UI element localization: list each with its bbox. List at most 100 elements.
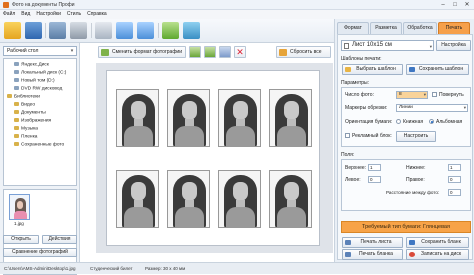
folder-icon xyxy=(14,110,19,114)
thumbnail-caption: 1.jpg xyxy=(14,221,24,226)
open-button[interactable]: Открыть xyxy=(3,235,39,244)
orientation-label: Ориентация бумаги: xyxy=(345,119,393,125)
ad-block-settings-button[interactable]: Настроить xyxy=(396,131,436,142)
actions-button[interactable]: Действия xyxy=(42,235,77,244)
tab-markup[interactable]: Разметка xyxy=(370,22,402,34)
print-icon xyxy=(345,252,351,257)
delete-icon[interactable]: ✕ xyxy=(234,46,246,58)
folder-icon xyxy=(14,142,19,146)
compare-photos-button[interactable]: Сравнение фотографий xyxy=(3,248,77,257)
print-blank-label: Печать бланка xyxy=(359,251,393,257)
ad-block-label: Рекламный блок: xyxy=(352,133,392,139)
photo-copy xyxy=(167,89,210,147)
left-margin-label: Левое: xyxy=(345,177,361,183)
folder-icon xyxy=(345,67,351,72)
print-blank-button[interactable]: Печать бланка xyxy=(342,249,403,260)
menu-view[interactable]: Вид xyxy=(18,10,33,18)
rotate-checkbox[interactable] xyxy=(432,92,437,97)
menu-style[interactable]: Стиль xyxy=(64,10,84,18)
rotate-left-icon[interactable] xyxy=(189,46,201,58)
params-label: Параметры: xyxy=(341,80,370,86)
save-icon[interactable] xyxy=(25,22,42,39)
photo-copy xyxy=(218,170,261,228)
cut-markers-value: Линии xyxy=(399,105,413,110)
folder-icon xyxy=(14,102,19,106)
right-margin-input[interactable]: 0 xyxy=(448,176,461,183)
tree-item-yandex[interactable]: Яндекс.Диск xyxy=(14,62,49,67)
tree-item-disk-c[interactable]: Локальный диск (C:) xyxy=(14,70,66,75)
redo-icon[interactable] xyxy=(137,22,154,39)
folder-select[interactable]: Рабочий стол ▾ xyxy=(3,46,77,56)
left-margin-input[interactable]: 0 xyxy=(368,176,381,183)
print-sheet-button[interactable]: Печать листа xyxy=(342,237,403,248)
photo-thumbnail[interactable] xyxy=(9,194,30,220)
margins-label: Поля: xyxy=(341,152,355,158)
crop-icon[interactable] xyxy=(219,46,231,58)
drive-icon xyxy=(14,78,19,82)
paper-size-select[interactable]: Лист 10х15 см ▾ xyxy=(341,40,434,51)
tree-item-music[interactable]: Музыка xyxy=(14,126,38,131)
settings-panel: Формат Разметка Обработка Печать Лист 10… xyxy=(334,19,474,262)
tree-item-images[interactable]: Изображения xyxy=(14,118,51,123)
status-path: C:\Users\AMS-Admin\Desktop\1.jpg xyxy=(4,266,76,271)
top-margin-input[interactable]: 1 xyxy=(368,164,381,171)
help-icon[interactable] xyxy=(183,22,200,39)
minimize-icon[interactable]: – xyxy=(438,2,448,8)
photo-copy xyxy=(116,170,159,228)
tab-print[interactable]: Печать xyxy=(438,22,470,34)
video-tutorial-icon[interactable] xyxy=(162,22,179,39)
tree-item-disk-d[interactable]: Новый том (D:) xyxy=(14,78,55,83)
chevron-down-icon[interactable]: ▾ xyxy=(69,48,75,54)
folder-icon xyxy=(14,134,19,138)
record-disk-button[interactable]: Записать на диск xyxy=(406,249,469,260)
sheet-icon xyxy=(344,43,349,49)
photo-count-select[interactable]: 8 ▾ xyxy=(396,91,428,99)
open-folder-icon[interactable] xyxy=(4,22,21,39)
reset-all-button[interactable]: Сбросить все xyxy=(276,46,331,58)
cut-markers-select[interactable]: Линии ▾ xyxy=(396,104,468,112)
print-icon[interactable] xyxy=(49,22,66,39)
undo-icon[interactable] xyxy=(116,22,133,39)
format-icon xyxy=(101,49,109,56)
tree-item-dvd[interactable]: DVD RW дисковод xyxy=(14,86,62,91)
photo-copy xyxy=(116,89,159,147)
tree-item-video[interactable]: Видео xyxy=(14,102,35,107)
chevron-down-icon[interactable]: ▾ xyxy=(424,92,426,98)
change-format-button[interactable]: Сменить формат фотографии xyxy=(98,46,186,58)
tab-processing[interactable]: Обработка xyxy=(403,22,437,34)
record-disk-label: Записать на диск xyxy=(420,251,462,257)
save-template-button[interactable]: Сохранить шаблон xyxy=(406,64,469,75)
landscape-radio[interactable] xyxy=(429,119,434,124)
menu-help[interactable]: Справка xyxy=(84,10,110,18)
choose-template-button[interactable]: Выбрать шаблон xyxy=(342,64,403,75)
title-bar: Фото на документы Профи – □ ✕ xyxy=(0,0,474,10)
camera-icon[interactable] xyxy=(70,22,87,39)
maximize-icon[interactable]: □ xyxy=(450,2,460,8)
ad-block-checkbox[interactable] xyxy=(345,133,350,138)
change-format-label: Сменить формат фотографии xyxy=(112,49,183,55)
folder-icon xyxy=(14,126,19,130)
spacing-input[interactable]: 0 xyxy=(448,189,461,196)
save-blank-button[interactable]: Сохранить бланк xyxy=(406,237,469,248)
paper-settings-button[interactable]: Настройка xyxy=(436,40,471,51)
menu-file[interactable]: Файл xyxy=(0,10,18,18)
close-icon[interactable]: ✕ xyxy=(462,2,472,8)
bottom-margin-input[interactable]: 1 xyxy=(448,164,461,171)
tree-item-documents[interactable]: Документы xyxy=(14,110,46,115)
chevron-down-icon[interactable]: ▾ xyxy=(430,42,432,51)
id-card-icon[interactable] xyxy=(95,22,112,39)
tree-item-saved-photos[interactable]: Сохраненные фото xyxy=(14,142,64,147)
portrait-radio[interactable] xyxy=(396,119,401,124)
rotate-right-icon[interactable] xyxy=(204,46,216,58)
photo-copy xyxy=(218,89,261,147)
tab-format[interactable]: Формат xyxy=(337,22,369,34)
tree-item-libraries[interactable]: Библиотеки xyxy=(7,94,40,99)
photo-count-value: 8 xyxy=(399,92,402,97)
save-icon xyxy=(409,67,415,72)
chevron-down-icon[interactable]: ▾ xyxy=(464,105,466,111)
folder-tree[interactable]: Яндекс.Диск Локальный диск (C:) Новый то… xyxy=(3,58,77,186)
tree-item-film[interactable]: Пленка xyxy=(14,134,37,139)
folder-select-value: Рабочий стол xyxy=(7,48,39,54)
menu-settings[interactable]: Настройки xyxy=(33,10,64,18)
disk-icon xyxy=(409,252,415,257)
